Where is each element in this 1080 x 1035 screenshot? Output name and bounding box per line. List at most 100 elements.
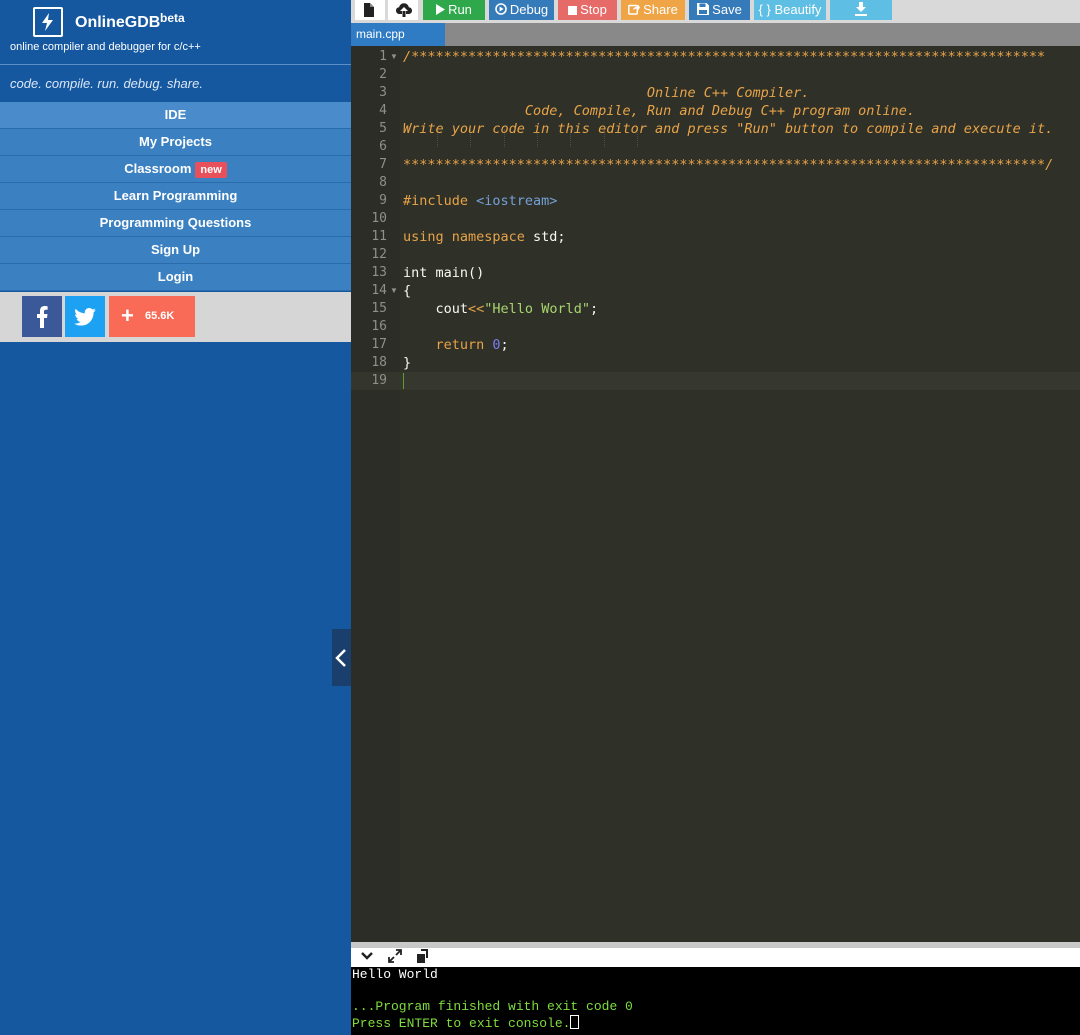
console-toolbar [351, 942, 1080, 967]
line-number: 12 [371, 247, 387, 262]
code-line-11: using namespace std; [403, 228, 566, 246]
nav-item-learn-programming[interactable]: Learn Programming [0, 183, 351, 210]
number-token: 0 [492, 337, 501, 353]
console-cursor [570, 1015, 580, 1029]
brand-subtitle: online compiler and debugger for c/c++ [10, 41, 201, 53]
download-icon [855, 2, 867, 16]
nav-item-sign-up[interactable]: Sign Up [0, 237, 351, 264]
brand-beta-label: beta [160, 11, 185, 25]
code-token: cout [403, 301, 469, 317]
divider [0, 64, 351, 65]
text-cursor [403, 373, 404, 389]
line-number: 5 [379, 121, 387, 136]
code-line-3: Online C++ Compiler. [403, 85, 810, 101]
console-press-text: Press ENTER to exit console. [352, 1016, 571, 1031]
line-number: 11 [371, 229, 387, 244]
copy-console-icon[interactable] [416, 949, 429, 963]
code-line-5: Write your code in this editor and press… [403, 121, 1054, 137]
share-button[interactable]: Share [621, 0, 685, 20]
code-token: std; [524, 229, 566, 245]
preprocessor-token: #include [403, 193, 477, 209]
console-finished-line: ...Program finished with exit code 0 [352, 999, 633, 1014]
lightning-logo-icon[interactable] [33, 7, 63, 37]
collapse-sidebar-button[interactable] [332, 629, 351, 686]
output-console[interactable]: Hello World ...Program finished with exi… [351, 967, 1080, 1035]
social-share-bar: + 65.6K [0, 292, 351, 342]
debug-button[interactable]: Debug [489, 0, 554, 20]
include-token: <iostream> [476, 193, 558, 209]
download-button[interactable] [830, 0, 892, 20]
file-tab-bar: main.cpp [351, 23, 1080, 46]
stop-icon [568, 6, 578, 15]
nav-label: Classroom [124, 161, 192, 176]
sidebar: OnlineGDB beta online compiler and debug… [0, 0, 351, 1035]
plus-icon: + [121, 303, 134, 328]
tagline: code. compile. run. debug. share. [10, 76, 203, 91]
addthis-share-button[interactable]: + 65.6K [109, 296, 195, 337]
code-line-13: int main() [403, 265, 485, 281]
string-token: "Hello World" [484, 301, 590, 317]
new-file-button[interactable] [355, 0, 385, 20]
brand-name[interactable]: OnlineGDB [75, 14, 160, 32]
expand-icon[interactable] [388, 949, 402, 963]
code-token: ; [500, 337, 509, 353]
share-label: Share [643, 2, 678, 17]
code-line-17: return 0; [403, 336, 509, 354]
main-area: Run Debug Stop Share Save { } Beautify m… [351, 0, 1080, 1035]
nav-item-login[interactable]: Login [0, 264, 351, 291]
share-icon [628, 4, 641, 15]
debug-play-circle-icon [495, 3, 507, 15]
line-number: 16 [371, 319, 387, 334]
line-number: 17 [371, 337, 387, 352]
line-number: 18 [371, 355, 387, 370]
console-output-line: Hello World [352, 967, 438, 982]
line-number: 2 [379, 67, 387, 82]
code-editor[interactable]: 1 ▼ 2 3 4 5 6 7 8 9 10 11 12 13 14 ▼ 15 … [351, 46, 1080, 942]
nav-label: Sign Up [150, 242, 201, 257]
nav-item-ide[interactable]: IDE [0, 102, 351, 129]
twitter-icon [74, 308, 96, 326]
line-number: 10 [371, 211, 387, 226]
nav-item-my-projects[interactable]: My Projects [0, 129, 351, 156]
nav-label: My Projects [139, 134, 212, 149]
code-token: ; [589, 301, 599, 317]
fold-arrow-icon[interactable]: ▼ [390, 48, 398, 66]
line-number: 19 [371, 373, 387, 388]
facebook-share-button[interactable] [22, 296, 62, 337]
code-line-1: /***************************************… [403, 49, 1046, 65]
facebook-icon [37, 306, 48, 328]
nav-label: Programming Questions [99, 215, 252, 230]
nav-item-classroom[interactable]: Classroom new [0, 156, 351, 183]
operator-token: << [468, 301, 485, 317]
line-number: 7 [379, 157, 387, 172]
sidebar-nav: IDE My Projects Classroom new Learn Progr… [0, 102, 351, 291]
line-number: 4 [379, 103, 387, 118]
stop-button[interactable]: Stop [558, 0, 617, 20]
active-line-highlight [400, 372, 1080, 390]
upload-button[interactable] [388, 0, 418, 20]
debug-label: Debug [509, 2, 549, 17]
tab-main-cpp[interactable]: main.cpp [351, 23, 445, 46]
brand-header: OnlineGDB beta online compiler and debug… [0, 0, 351, 64]
chevron-down-icon[interactable] [361, 951, 373, 961]
line-number: 13 [371, 265, 387, 280]
code-line-14: { [403, 283, 412, 299]
beautify-button[interactable]: { } Beautify [754, 0, 826, 20]
code-line-4: Code, Compile, Run and Debug C++ program… [403, 103, 916, 119]
toolbar: Run Debug Stop Share Save { } Beautify [351, 0, 1080, 23]
line-number: 3 [379, 85, 387, 100]
code-line-9: #include <iostream> [403, 192, 557, 210]
new-badge: new [195, 162, 227, 178]
cloud-upload-icon [396, 3, 412, 17]
nav-label: Login [157, 269, 194, 284]
stop-label: Stop [580, 2, 607, 17]
keyword-token: return [403, 337, 493, 353]
twitter-share-button[interactable] [65, 296, 105, 337]
save-button[interactable]: Save [689, 0, 750, 20]
run-button[interactable]: Run [423, 0, 485, 20]
nav-item-programming-questions[interactable]: Programming Questions [0, 210, 351, 237]
play-icon [436, 4, 446, 15]
code-line-7: ****************************************… [403, 157, 1054, 173]
fold-arrow-icon[interactable]: ▼ [390, 282, 398, 300]
